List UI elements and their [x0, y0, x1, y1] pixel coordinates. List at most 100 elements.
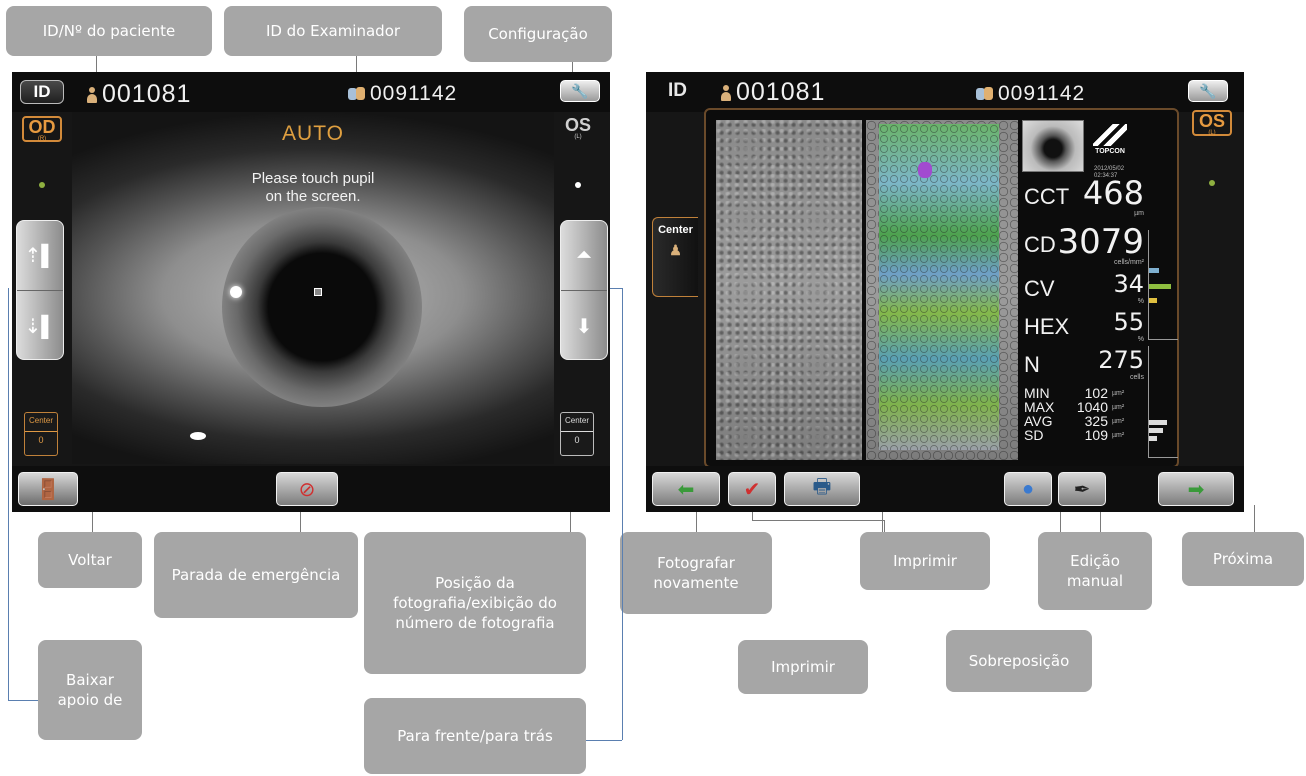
- histo-bar: [1149, 268, 1159, 273]
- callout-lower-chinrest: Baixar apoio de: [38, 640, 142, 740]
- print-button[interactable]: 🖶: [784, 472, 860, 506]
- arrow-backward-icon: ⬇: [575, 315, 593, 338]
- callout-overlay: Sobreposição: [946, 630, 1092, 692]
- eye-thumbnail: [1022, 120, 1084, 172]
- capture-bottombar: 🚪 ⊘: [12, 466, 610, 512]
- retake-camera-icon: ⬅: [677, 478, 695, 501]
- callout-retake: Fotografar novamente: [620, 532, 772, 614]
- topcon-logo-icon: [1093, 124, 1127, 146]
- metric-cd: CD 3079 cells/mm²: [1024, 222, 1144, 266]
- od-indicator-dot: [39, 182, 45, 188]
- pen-icon: ✒: [1073, 478, 1091, 501]
- callout-forward-back: Para frente/para trás: [364, 698, 586, 774]
- cell-trace-area: [879, 124, 999, 450]
- capture-topbar: ID 001081 0091142 🔧: [12, 72, 610, 112]
- forward-button[interactable]: ⏶: [561, 221, 607, 291]
- lower-lid-highlight: [190, 432, 206, 440]
- patient-id: 001081: [720, 78, 825, 107]
- emergency-stop-icon: ⊘: [298, 478, 316, 501]
- analysis-panel: TOPCON 2012/05/02 02:34:37 CCT 468 µm CD…: [704, 108, 1179, 468]
- photo-position-right: Center 0: [560, 412, 594, 456]
- chinrest-down-button[interactable]: ⇣▌: [17, 291, 63, 359]
- manual-edit-button[interactable]: ✒: [1058, 472, 1106, 506]
- patient-icon: [720, 84, 732, 101]
- callout-examiner-id: ID do Examinador: [224, 6, 442, 56]
- patient-id-value: 001081: [102, 80, 192, 108]
- hexagonality-histogram: [1148, 230, 1178, 340]
- patient-icon: [86, 86, 98, 103]
- callout-emergency-stop: Parada de emergência: [154, 532, 358, 618]
- eye-od-button[interactable]: OD (R): [22, 116, 62, 142]
- metric-hex: HEX 55 %: [1024, 308, 1144, 343]
- analysis-topbar: ID 001081 0091142 🔧: [646, 72, 1244, 112]
- eye-camera-view[interactable]: AUTO Please touch pupil on the screen.: [72, 112, 554, 464]
- pupil: [222, 207, 422, 407]
- arrow-up-face-icon: ⇡▌: [24, 245, 56, 267]
- callout-patient-id: ID/Nº do paciente: [6, 6, 212, 56]
- callout-photo-position: Posição da fotografia/exibição do número…: [364, 532, 586, 674]
- chinrest-panel: ⇡▌ ⇣▌: [16, 220, 64, 360]
- next-arrow-icon: ➡: [1187, 478, 1205, 501]
- settings-button[interactable]: 🔧: [560, 80, 600, 102]
- cell-overlay-image: [866, 120, 1018, 460]
- checkmark-button[interactable]: ✔: [728, 472, 776, 506]
- id-label: ID: [668, 80, 687, 101]
- wrench-icon: 🔧: [571, 82, 589, 99]
- analysis-screen: ID 001081 0091142 🔧 OS (L) Center ♟ TOPCO…: [646, 72, 1244, 512]
- printer-icon: 🖶: [812, 476, 832, 498]
- callout-print-bottom: Imprimir: [738, 640, 868, 694]
- mode-label: AUTO: [282, 122, 344, 145]
- check-icon: ✔: [743, 478, 761, 501]
- examiner-icon: [976, 86, 994, 102]
- os-indicator-dot: [1209, 180, 1215, 186]
- examiner-id-value: 0091142: [370, 82, 458, 105]
- patient-id-value: 001081: [736, 78, 826, 106]
- id-button[interactable]: ID: [20, 80, 64, 104]
- callout-manual-edit: Edição manual: [1038, 532, 1152, 610]
- metric-n: N 275 cells: [1024, 346, 1144, 381]
- eye-os-button[interactable]: OS (L): [1192, 110, 1232, 136]
- overlay-colors-icon: ●: [1021, 477, 1035, 500]
- back-button[interactable]: 🚪: [18, 472, 78, 506]
- callout-back: Voltar: [38, 532, 142, 588]
- center-position-tab[interactable]: Center ♟: [652, 217, 698, 297]
- examiner-id: 0091142: [348, 82, 457, 106]
- highlighted-cell: [918, 162, 932, 178]
- callout-print-top: Imprimir: [860, 532, 990, 590]
- eye-os-button[interactable]: OS (L): [558, 116, 598, 142]
- patient-small-icon: ♟: [669, 242, 682, 258]
- callout-next: Próxima: [1182, 532, 1304, 586]
- endothelium-image: [716, 120, 862, 460]
- exit-door-icon: 🚪: [35, 478, 61, 501]
- histo-bar: [1149, 284, 1171, 289]
- settings-button[interactable]: 🔧: [1188, 80, 1228, 102]
- corneal-reflection: [230, 286, 242, 298]
- patient-id: 001081: [86, 80, 191, 109]
- topcon-logo: TOPCON: [1090, 124, 1130, 164]
- examiner-id: 0091142: [976, 82, 1085, 106]
- metric-cv: CV 34 %: [1024, 270, 1144, 305]
- target-marker: [314, 288, 322, 296]
- photo-position-left: Center 0: [24, 412, 58, 456]
- overlay-button[interactable]: ●: [1004, 472, 1052, 506]
- os-indicator-dot: [575, 182, 581, 188]
- backward-button[interactable]: ⬇: [561, 291, 607, 359]
- emergency-stop-button[interactable]: ⊘: [276, 472, 338, 506]
- analysis-bottombar: ⬅ ✔ 🖶 ● ✒ ➡: [646, 466, 1244, 512]
- instruction-text: Please touch pupil on the screen.: [251, 170, 375, 205]
- callout-config: Configuração: [464, 6, 612, 62]
- arrow-forward-icon: ⏶: [576, 244, 592, 266]
- area-histogram: [1148, 346, 1178, 458]
- focus-panel: ⏶ ⬇: [560, 220, 608, 360]
- histo-bar: [1149, 428, 1163, 433]
- histo-bar: [1149, 420, 1167, 425]
- metric-cct: CCT 468 µm: [1024, 174, 1144, 217]
- retake-button[interactable]: ⬅: [652, 472, 720, 506]
- next-button[interactable]: ➡: [1158, 472, 1234, 506]
- arrow-down-face-icon: ⇣▌: [24, 315, 56, 338]
- wrench-icon: 🔧: [1199, 82, 1217, 99]
- histo-bar: [1149, 436, 1157, 441]
- chinrest-up-button[interactable]: ⇡▌: [17, 221, 63, 291]
- examiner-icon: [348, 86, 366, 102]
- histo-bar: [1149, 298, 1157, 303]
